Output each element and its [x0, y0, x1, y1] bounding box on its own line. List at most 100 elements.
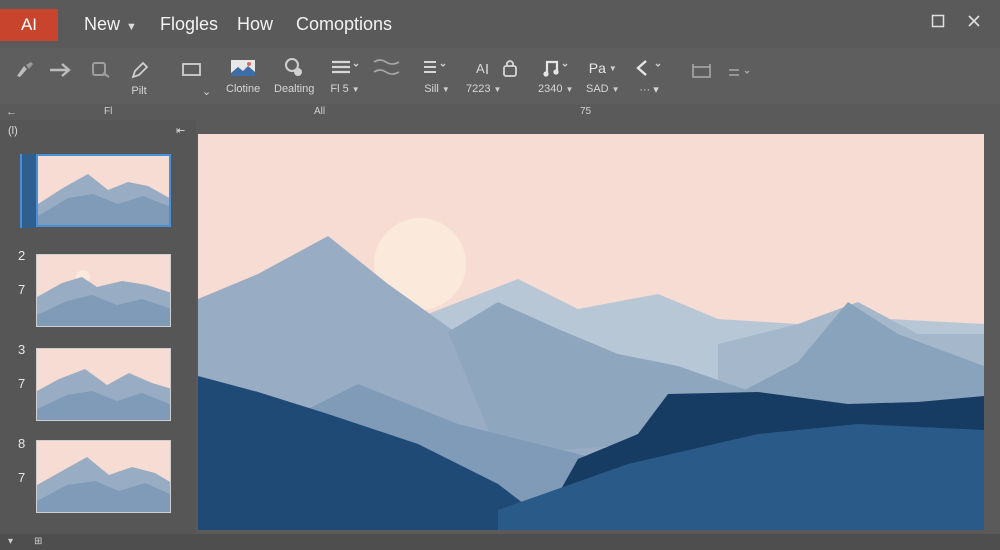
pen-tool-button[interactable]: Pilt — [128, 58, 150, 97]
brush-tool-button[interactable] — [14, 58, 36, 82]
list-label: Fl 5 — [330, 83, 349, 95]
lock-icon — [503, 60, 517, 77]
menu-comoptions-label: Comoptions — [296, 14, 393, 34]
ribbon-toolbar: Pilt ⌄ Clotine Dealting Fl 5 ▼ Sill ▼ A 72… — [0, 48, 1000, 104]
frame-button[interactable] — [690, 60, 714, 84]
dealting-button[interactable]: Dealting — [274, 56, 314, 95]
text-size-icon: A — [476, 61, 488, 76]
music-note-icon — [543, 60, 568, 77]
thumbnail-landscape — [38, 156, 169, 225]
slide-editor — [196, 120, 1000, 534]
list-button[interactable]: Fl 5 ▼ — [330, 56, 360, 95]
chevron-down-icon: ▼ — [611, 85, 620, 94]
wave-button[interactable] — [372, 56, 402, 80]
main-slide-canvas[interactable] — [198, 134, 984, 530]
text-size-button[interactable]: A 7223 ▼ — [466, 56, 501, 95]
align-label-row: Sill ▼ — [424, 83, 450, 95]
text-size-label: 7223 — [466, 83, 491, 95]
title-bar: AI New ▼ Flogles How Comoptions — [0, 0, 1000, 48]
slide-thumbnail-2[interactable] — [36, 254, 171, 327]
app-logo-button[interactable]: AI — [0, 9, 58, 41]
maximize-button[interactable] — [931, 12, 945, 33]
menu-flogles-label: Flogles — [160, 14, 219, 34]
app-logo-label: AI — [20, 15, 38, 34]
menu-comoptions[interactable]: Comoptions — [296, 14, 392, 35]
chevron-down-icon: ▼ — [493, 85, 502, 94]
pane-header: (l) ⇤ — [0, 120, 196, 140]
pa-icon: Pa — [588, 60, 606, 76]
mountain-landscape-illustration — [198, 134, 984, 530]
slide-number: 7 — [18, 470, 26, 485]
chevron-left-icon — [636, 60, 661, 76]
collapse-icon[interactable]: ⇤ — [176, 124, 185, 137]
menu-how-label: How — [237, 14, 274, 34]
menu-new-label: New — [84, 14, 121, 34]
menu-flogles[interactable]: Flogles — [160, 14, 218, 35]
close-icon — [968, 15, 980, 27]
pen-tool-label: Pilt — [131, 85, 147, 97]
music-button[interactable]: 2340 ▼ — [538, 56, 573, 95]
status-icon[interactable]: ▾ — [8, 536, 13, 547]
pa-button[interactable]: Pa ▼ SAD ▼ — [586, 56, 620, 95]
slide-number: 2 — [18, 248, 26, 263]
group-label-3: 75 — [580, 106, 592, 117]
pa-label: SAD — [586, 83, 609, 95]
ribbon-group-labels: ← Fl All 75 — [0, 104, 1000, 120]
thumbnail-landscape — [37, 441, 170, 512]
align-label: Sill — [424, 83, 439, 95]
list-icon — [332, 60, 359, 74]
music-label-row: 2340 ▼ — [538, 83, 573, 95]
chevron-down-icon: ▼ — [565, 85, 574, 94]
text-size-label-row: 7223 ▼ — [466, 83, 501, 95]
slide-thumbnail-3[interactable] — [36, 348, 171, 421]
lock-button[interactable] — [500, 56, 522, 80]
menu-how[interactable]: How — [237, 14, 273, 35]
equals-button[interactable] — [726, 60, 756, 84]
svg-text:A: A — [476, 61, 485, 76]
picture-label: Clotine — [226, 83, 261, 95]
group-label-2: All — [314, 106, 326, 117]
chevron-down-icon: ▼ — [608, 63, 617, 73]
pa-label-row: SAD ▼ — [586, 83, 620, 95]
chevron-down-icon: ▼ — [351, 85, 360, 94]
selection-indicator — [20, 154, 36, 228]
align-icon — [424, 61, 446, 73]
arrow-tool-button[interactable] — [48, 58, 74, 82]
wave-icon — [373, 59, 400, 75]
pin-icon — [285, 58, 303, 76]
collapse-arrow-icon[interactable]: ← — [6, 106, 17, 118]
chevron-down-icon: ⌄ — [202, 86, 212, 98]
slide-number: 7 — [18, 282, 26, 297]
dealting-label: Dealting — [274, 83, 315, 95]
slide-thumbnail-pane: (l) ⇤ 2 7 3 7 8 7 — [0, 120, 196, 534]
notes-icon[interactable]: ⊞ — [34, 536, 42, 547]
slide-number: 7 — [18, 376, 26, 391]
arrow-right-icon — [50, 63, 71, 77]
slide-thumbnail-4[interactable] — [36, 440, 171, 513]
status-bar: ▾ ⊞ — [0, 534, 1000, 550]
rectangle-icon — [181, 63, 201, 76]
slide-thumbnail-1[interactable] — [36, 154, 171, 227]
group-label-1: Fl — [104, 106, 113, 117]
pen-icon — [131, 61, 149, 79]
music-label: 2340 — [538, 83, 563, 95]
close-button[interactable] — [967, 12, 981, 33]
shape-icon — [92, 62, 110, 78]
align-button[interactable]: Sill ▼ — [422, 56, 452, 95]
menu-new[interactable]: New ▼ — [84, 14, 137, 35]
shape-tool-button[interactable] — [90, 58, 112, 82]
slide-number: 8 — [18, 436, 26, 451]
image-icon — [231, 60, 256, 76]
thumbnail-landscape — [37, 349, 170, 420]
picture-button[interactable]: Clotine — [226, 56, 260, 95]
maximize-icon — [931, 14, 945, 28]
slide-number: 3 — [18, 342, 26, 357]
brush-icon — [17, 62, 33, 77]
rectangle-tool-button[interactable]: ⌄ — [172, 58, 211, 98]
back-button[interactable]: ··· ▾ — [634, 56, 664, 96]
list-label-row: Fl 5 ▼ — [330, 83, 359, 95]
chevron-down-icon: ▼ — [441, 85, 450, 94]
ellipsis-icon: ··· ▾ — [639, 84, 659, 96]
equals-icon — [729, 69, 750, 76]
frame-icon — [692, 64, 711, 78]
